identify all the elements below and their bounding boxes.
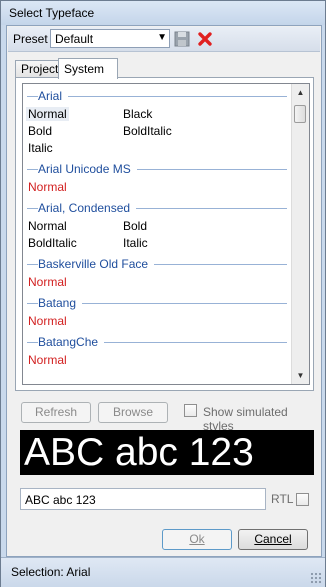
font-list[interactable]: Arial Normal Black Bold BoldItalic Italic Aria… <box>22 83 310 385</box>
font-family-name: Batang <box>38 296 83 310</box>
font-style-row: Normal <box>23 274 291 291</box>
tab-label: System <box>64 62 105 76</box>
font-style-row: Italic <box>23 140 291 157</box>
font-style-row: Normal <box>23 179 291 196</box>
font-style-item[interactable]: Normal <box>28 314 67 328</box>
select-typeface-window: Select Typeface Preset Default ▼ Project <box>0 0 326 587</box>
rtl-checkbox[interactable] <box>296 493 309 506</box>
scroll-up-icon[interactable]: ▲ <box>292 84 309 101</box>
resize-grip-icon[interactable] <box>310 572 322 584</box>
preview-text: ABC abc 123 <box>24 431 254 474</box>
font-family-header: Arial Unicode MS <box>23 157 291 179</box>
ok-button[interactable]: Ok <box>162 529 232 550</box>
sample-text-input[interactable]: ABC abc 123 <box>20 488 266 510</box>
font-family-header: Arial, Condensed <box>23 196 291 218</box>
ok-label: Ok <box>189 532 205 546</box>
font-family-name: Arial, Condensed <box>38 201 137 215</box>
selection-status: Selection: Arial <box>11 565 91 579</box>
rtl-label: RTL <box>271 492 294 506</box>
vertical-scrollbar[interactable]: ▲ ▼ <box>291 84 309 384</box>
scroll-thumb[interactable] <box>294 105 306 123</box>
font-style-item[interactable]: Bold <box>28 124 52 138</box>
font-style-row: Normal Black <box>23 106 291 123</box>
title-bar[interactable]: Select Typeface <box>1 1 325 25</box>
font-style-item[interactable]: Bold <box>123 219 147 233</box>
window-title: Select Typeface <box>9 6 95 20</box>
font-family-header: Baskerville Old Face <box>23 252 291 274</box>
dialog-client-area: Preset Default ▼ Project System Arial No… <box>6 25 322 557</box>
delete-x-icon[interactable] <box>197 31 213 47</box>
font-style-row: Normal <box>23 352 291 369</box>
font-family-name: Baskerville Old Face <box>38 257 155 271</box>
font-family-name: Arial Unicode MS <box>38 162 137 176</box>
font-style-item[interactable]: BoldItalic <box>123 124 172 138</box>
preset-selected-value: Default <box>55 32 94 46</box>
tab-system[interactable]: System <box>58 58 118 79</box>
font-style-item[interactable]: BoldItalic <box>28 236 77 250</box>
font-family-header: Batang <box>23 291 291 313</box>
tab-project[interactable]: Project <box>15 60 63 78</box>
font-style-row: Normal <box>23 313 291 330</box>
font-family-header: BatangChe <box>23 330 291 352</box>
font-family-name: Arial <box>38 89 69 103</box>
dropdown-arrow-icon[interactable]: ▼ <box>157 32 167 43</box>
browse-button[interactable]: Browse <box>98 402 168 423</box>
font-list-content: Arial Normal Black Bold BoldItalic Italic Aria… <box>23 84 291 369</box>
font-style-item[interactable]: Black <box>123 107 152 121</box>
font-style-item[interactable]: Normal <box>28 219 67 233</box>
font-style-row: BoldItalic Italic <box>23 235 291 252</box>
font-style-item[interactable]: Normal <box>26 107 69 121</box>
font-style-item[interactable]: Normal <box>28 180 67 194</box>
cancel-button[interactable]: Cancel <box>238 529 308 550</box>
system-tab-panel: Arial Normal Black Bold BoldItalic Italic Aria… <box>15 77 314 391</box>
preset-toolbar: Preset Default ▼ <box>8 27 320 52</box>
show-simulated-label: Show simulated styles <box>203 405 288 433</box>
save-icon[interactable] <box>174 31 190 47</box>
font-family-header: Arial <box>23 84 291 106</box>
font-style-item[interactable]: Normal <box>28 275 67 289</box>
sample-text-value: ABC abc 123 <box>25 493 96 507</box>
preset-dropdown[interactable]: Default ▼ <box>50 29 170 48</box>
font-family-name: BatangChe <box>38 335 105 349</box>
show-simulated-checkbox[interactable] <box>184 404 197 417</box>
cancel-label: Cancel <box>254 532 292 546</box>
tab-label: Project <box>21 62 59 76</box>
status-bar: Selection: Arial <box>1 557 325 587</box>
font-style-row: Bold BoldItalic <box>23 123 291 140</box>
refresh-button[interactable]: Refresh <box>21 402 91 423</box>
font-style-item[interactable]: Italic <box>28 141 53 155</box>
scroll-down-icon[interactable]: ▼ <box>292 367 309 384</box>
font-style-row: Normal Bold <box>23 218 291 235</box>
font-style-item[interactable]: Italic <box>123 236 148 250</box>
preset-label: Preset <box>13 32 48 46</box>
font-preview: ABC abc 123 <box>20 430 314 475</box>
font-style-item[interactable]: Normal <box>28 353 67 367</box>
